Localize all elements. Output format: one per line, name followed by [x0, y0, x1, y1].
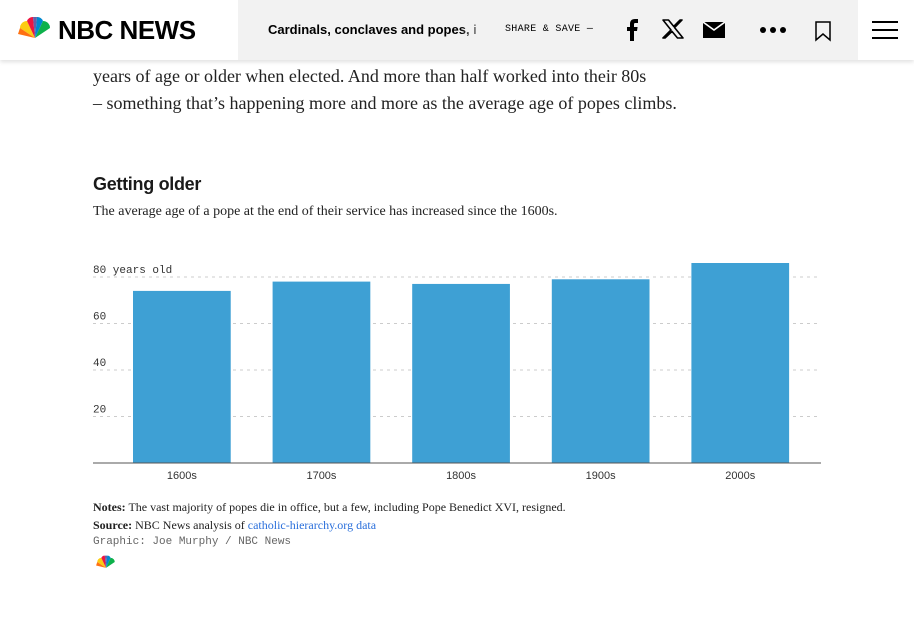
source-link[interactable]: catholic-hierarchy.org data [248, 518, 376, 532]
x-tick-label: 2000s [725, 470, 755, 482]
bar [272, 281, 371, 463]
top-navigation-bar: NBC NEWS Cardinals, conclaves and popes,… [0, 0, 914, 60]
x-tick-label: 1600s [167, 470, 197, 482]
bookmark-icon[interactable] [814, 20, 832, 42]
headline-fade [460, 18, 490, 44]
small-peacock-icon [96, 555, 115, 568]
article-headline[interactable]: Cardinals, conclaves and popes, i [268, 22, 483, 42]
bar [551, 279, 650, 463]
x-tick-label: 1800s [446, 470, 476, 482]
notes-text: The vast majority of popes die in office… [128, 500, 566, 514]
bar [691, 263, 790, 463]
y-tick-label: 60 [93, 311, 106, 323]
notes-label: Notes: [93, 500, 126, 514]
chart-notes: Notes: The vast majority of popes die in… [93, 500, 566, 515]
source-label: Source: [93, 518, 133, 532]
chart-source: Source: NBC News analysis of catholic-hi… [93, 518, 376, 533]
source-text: NBC News analysis of [135, 518, 245, 532]
share-save-label: SHARE & SAVE — [505, 24, 594, 35]
graphic-credit: Graphic: Joe Murphy / NBC News [93, 536, 292, 548]
bar-chart: 80 years old 60 40 20 1600s 1700s 1800s 1900s 20… [93, 263, 821, 482]
peacock-logo-icon [18, 16, 50, 38]
bar [133, 290, 231, 463]
email-icon[interactable] [703, 22, 725, 38]
logo-text: NBC NEWS [58, 15, 196, 45]
y-tick-label: 20 [93, 404, 106, 416]
facebook-icon[interactable] [624, 19, 642, 41]
x-icon[interactable] [662, 19, 684, 39]
more-icon[interactable] [759, 26, 787, 34]
menu-icon[interactable] [872, 19, 898, 41]
x-tick-label: 1900s [586, 470, 616, 482]
y-tick-label: 80 years old [93, 265, 172, 277]
logo-area[interactable]: NBC NEWS [0, 0, 238, 60]
bar [412, 283, 510, 463]
x-tick-label: 1700s [306, 470, 336, 482]
y-tick-label: 40 [93, 358, 106, 370]
